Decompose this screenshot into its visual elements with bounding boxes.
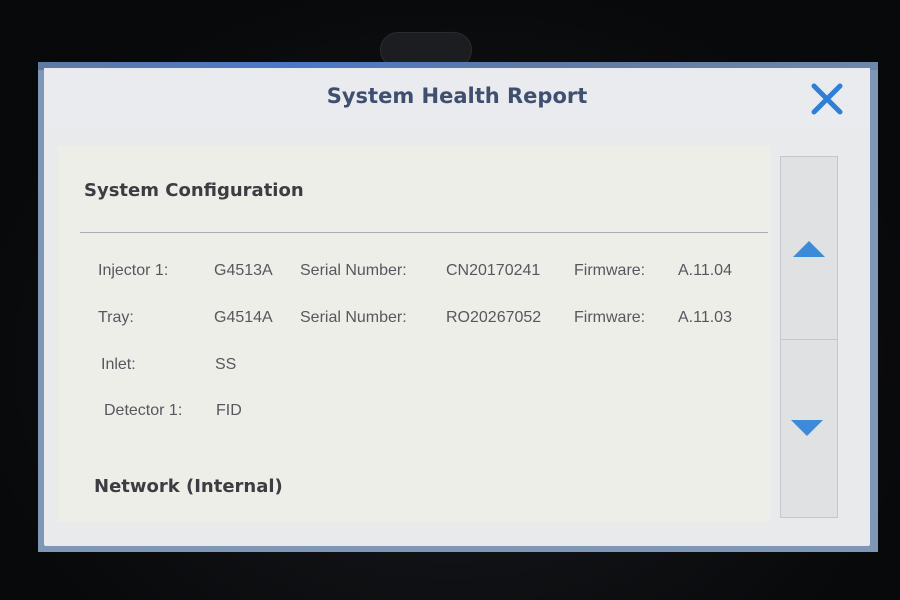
row-label: Tray: (98, 309, 134, 326)
serial-number-value: CN20170241 (446, 262, 541, 279)
serial-number-label: Serial Number: (300, 262, 407, 279)
section-title-system-configuration: System Configuration (84, 180, 304, 201)
system-health-report-dialog: System Health Report System Configuratio… (44, 68, 870, 546)
firmware-value: A.11.04 (678, 262, 732, 279)
section-title-network-internal: Network (Internal) (94, 476, 283, 497)
row-model: G4513A (214, 262, 273, 279)
config-row-tray: Tray: G4514A Serial Number: RO20267052 F… (58, 309, 770, 333)
serial-number-label: Serial Number: (300, 309, 407, 326)
dialog-header: System Health Report (44, 68, 870, 130)
firmware-label: Firmware: (574, 262, 646, 279)
section-divider (80, 232, 768, 233)
firmware-label: Firmware: (574, 309, 646, 326)
row-label: Inlet: (101, 356, 136, 373)
config-row-injector: Injector 1: G4513A Serial Number: CN2017… (58, 262, 770, 286)
row-model: G4514A (214, 309, 273, 326)
triangle-up-icon (793, 241, 825, 257)
scroll-down-button[interactable] (781, 340, 837, 517)
serial-number-value: RO20267052 (446, 309, 542, 326)
config-row-detector: Detector 1: FID (58, 402, 770, 426)
config-row-inlet: Inlet: SS (58, 356, 770, 380)
firmware-value: A.11.03 (678, 309, 732, 326)
row-model: SS (215, 356, 237, 373)
row-label: Injector 1: (98, 262, 169, 279)
close-x-icon (811, 83, 843, 115)
report-content: System Configuration Injector 1: G4513A … (58, 146, 770, 522)
dialog-title: System Health Report (326, 84, 588, 108)
row-model: FID (216, 402, 242, 419)
close-button[interactable] (806, 78, 848, 120)
vertical-scrollbar[interactable] (780, 156, 838, 518)
scroll-up-button[interactable] (781, 157, 837, 340)
triangle-down-icon (791, 420, 823, 436)
row-label: Detector 1: (104, 402, 183, 419)
